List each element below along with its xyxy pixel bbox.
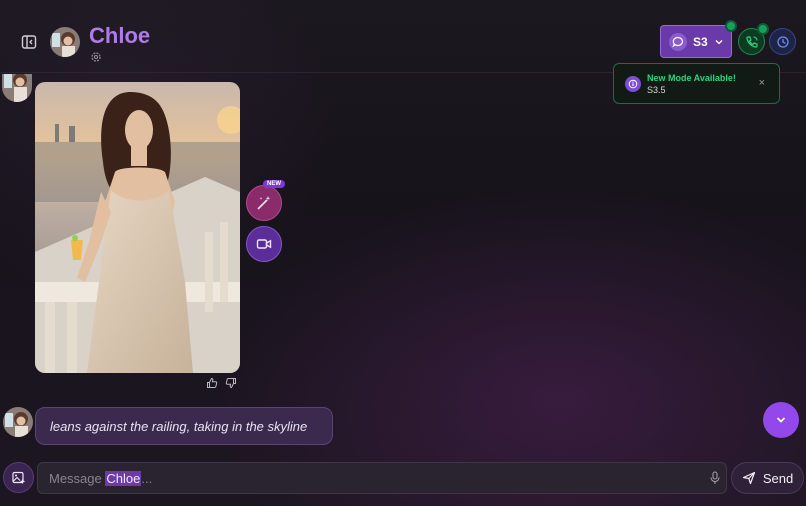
sidebar-toggle-icon[interactable] (20, 33, 38, 51)
image-upload-icon (11, 470, 26, 485)
message-avatar (3, 407, 33, 437)
enhance-image-button[interactable] (246, 185, 282, 221)
thumbs-down-icon[interactable] (225, 377, 237, 389)
character-avatar[interactable] (50, 27, 80, 57)
toast-title: New Mode Available! (647, 73, 736, 83)
phone-call-icon (745, 35, 759, 49)
mode-label: S3 (693, 34, 708, 49)
action-message-bubble: leans against the railing, taking in the… (35, 407, 333, 445)
call-status-dot (757, 23, 769, 35)
close-icon[interactable]: × (759, 77, 765, 89)
send-label: Send (762, 470, 794, 486)
settings-icon[interactable] (90, 51, 102, 63)
magic-wand-icon (255, 194, 273, 212)
history-button[interactable] (769, 28, 796, 55)
placeholder-suffix: ... (141, 470, 153, 486)
video-button[interactable] (246, 226, 282, 262)
thumbs-up-icon[interactable] (206, 377, 218, 389)
action-message-text: leans against the railing, taking in the… (50, 418, 308, 434)
mode-status-dot (725, 20, 737, 32)
image-upload-button[interactable] (3, 462, 34, 493)
message-avatar (2, 74, 32, 102)
placeholder-character-name: Chloe (105, 470, 142, 486)
send-icon (742, 471, 756, 485)
message-input[interactable]: Message Chloe... (37, 462, 727, 494)
toast-subtitle: S3.5 (647, 85, 666, 95)
new-mode-toast[interactable]: New Mode Available! S3.5 × (613, 63, 780, 104)
chevron-down-icon (714, 37, 724, 47)
new-badge: NEW (263, 180, 285, 188)
info-icon (625, 76, 641, 92)
send-button[interactable]: Send (731, 462, 804, 494)
scroll-to-bottom-button[interactable] (763, 402, 799, 438)
chevron-down-icon (774, 413, 788, 427)
mic-icon[interactable] (709, 471, 721, 485)
mode-selector-button[interactable]: S3 (660, 25, 732, 58)
history-icon (776, 35, 790, 49)
chat-bubble-icon (669, 32, 687, 51)
character-name[interactable]: Chloe (89, 23, 150, 49)
video-icon (255, 235, 273, 253)
placeholder-prefix: Message (49, 470, 106, 486)
generated-image[interactable] (35, 82, 240, 373)
